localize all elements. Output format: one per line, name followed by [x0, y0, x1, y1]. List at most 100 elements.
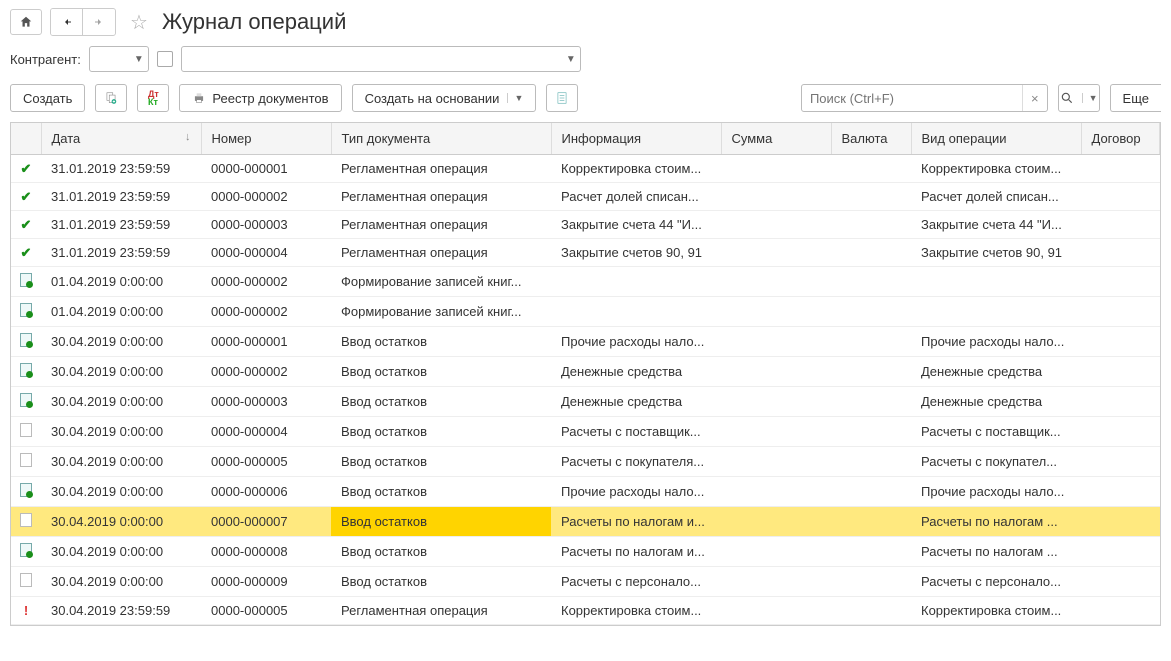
- cell-date: 31.01.2019 23:59:59: [41, 239, 201, 267]
- cell-number: 0000-000001: [201, 327, 331, 357]
- cell-info: Расчеты по налогам и...: [551, 507, 721, 537]
- cell-number: 0000-000001: [201, 155, 331, 183]
- favorite-star-icon[interactable]: ☆: [130, 10, 148, 35]
- cell-op-type: Денежные средства: [911, 387, 1081, 417]
- table-row[interactable]: 30.04.2019 0:00:000000-000009Ввод остатк…: [11, 567, 1160, 597]
- col-op-type[interactable]: Вид операции: [911, 123, 1081, 155]
- search-menu-button[interactable]: ▼: [1058, 84, 1100, 112]
- cell-number: 0000-000007: [201, 507, 331, 537]
- copy-button[interactable]: [95, 84, 127, 112]
- cell-info: Корректировка стоим...: [551, 155, 721, 183]
- document-posted-icon: [20, 543, 32, 557]
- table-row[interactable]: 01.04.2019 0:00:000000-000002Формировани…: [11, 267, 1160, 297]
- table-row[interactable]: 30.04.2019 0:00:000000-000007Ввод остатк…: [11, 507, 1160, 537]
- table-row[interactable]: 30.04.2019 0:00:000000-000008Ввод остатк…: [11, 537, 1160, 567]
- cell-info: Прочие расходы нало...: [551, 327, 721, 357]
- table-row[interactable]: ✔31.01.2019 23:59:590000-000001Регламент…: [11, 155, 1160, 183]
- back-button[interactable]: [51, 9, 83, 35]
- copy-doc-icon: [104, 91, 118, 105]
- cell-date: 31.01.2019 23:59:59: [41, 155, 201, 183]
- filter-contractor-select[interactable]: ▼: [89, 46, 149, 72]
- dtkt-button[interactable]: ДтКт: [137, 84, 169, 112]
- cell-sum: [721, 417, 831, 447]
- cell-date: 30.04.2019 0:00:00: [41, 537, 201, 567]
- filter-checkbox[interactable]: [157, 51, 173, 67]
- forward-button[interactable]: [83, 9, 115, 35]
- table-row[interactable]: 30.04.2019 0:00:000000-000005Ввод остатк…: [11, 447, 1160, 477]
- cell-doc-type: Ввод остатков: [331, 567, 551, 597]
- table-row[interactable]: 01.04.2019 0:00:000000-000002Формировани…: [11, 297, 1160, 327]
- create-button[interactable]: Создать: [10, 84, 85, 112]
- filter-contractor-label: Контрагент:: [10, 52, 81, 67]
- cell-contract: [1081, 327, 1160, 357]
- filter-value-select[interactable]: ▼: [181, 46, 581, 72]
- cell-contract: [1081, 567, 1160, 597]
- cell-number: 0000-000005: [201, 447, 331, 477]
- col-status[interactable]: [11, 123, 41, 155]
- cell-contract: [1081, 267, 1160, 297]
- cell-sum: [721, 183, 831, 211]
- cell-sum: [721, 297, 831, 327]
- table-row[interactable]: ✔31.01.2019 23:59:590000-000003Регламент…: [11, 211, 1160, 239]
- col-contract[interactable]: Договор: [1081, 123, 1160, 155]
- col-doc-type[interactable]: Тип документа: [331, 123, 551, 155]
- cell-op-type: [911, 267, 1081, 297]
- cell-number: 0000-000008: [201, 537, 331, 567]
- document-list-icon: [555, 91, 569, 105]
- col-info[interactable]: Информация: [551, 123, 721, 155]
- table-row[interactable]: ✔31.01.2019 23:59:590000-000004Регламент…: [11, 239, 1160, 267]
- cell-info: Прочие расходы нало...: [551, 477, 721, 507]
- check-icon: ✔: [19, 217, 33, 231]
- cell-contract: [1081, 297, 1160, 327]
- table-row[interactable]: 30.04.2019 0:00:000000-000006Ввод остатк…: [11, 477, 1160, 507]
- table-row[interactable]: 30.04.2019 0:00:000000-000003Ввод остатк…: [11, 387, 1160, 417]
- create-based-button[interactable]: Создать на основании ▼: [352, 84, 537, 112]
- cell-currency: [831, 567, 911, 597]
- printer-icon: [192, 91, 206, 105]
- table-row[interactable]: ✔31.01.2019 23:59:590000-000002Регламент…: [11, 183, 1160, 211]
- cell-currency: [831, 183, 911, 211]
- more-button[interactable]: Еще: [1110, 84, 1161, 112]
- cell-doc-type: Регламентная операция: [331, 597, 551, 625]
- registry-button[interactable]: Реестр документов: [179, 84, 341, 112]
- home-button[interactable]: [10, 9, 42, 35]
- table-row[interactable]: 30.04.2019 0:00:000000-000001Ввод остатк…: [11, 327, 1160, 357]
- report-button[interactable]: [546, 84, 578, 112]
- cell-info: Закрытие счетов 90, 91: [551, 239, 721, 267]
- arrow-right-icon: [92, 16, 106, 28]
- document-posted-icon: [20, 303, 32, 317]
- cell-status: [11, 567, 41, 597]
- table-row[interactable]: 30.04.2019 0:00:000000-000002Ввод остатк…: [11, 357, 1160, 387]
- cell-contract: [1081, 211, 1160, 239]
- table-row[interactable]: 30.04.2019 0:00:000000-000004Ввод остатк…: [11, 417, 1160, 447]
- cell-contract: [1081, 537, 1160, 567]
- document-posted-icon: [20, 363, 32, 377]
- table-row[interactable]: !30.04.2019 23:59:590000-000005Регламент…: [11, 597, 1160, 625]
- cell-date: 30.04.2019 0:00:00: [41, 357, 201, 387]
- col-currency[interactable]: Валюта: [831, 123, 911, 155]
- search-field[interactable]: ×: [801, 84, 1048, 112]
- document-icon: [20, 513, 32, 527]
- cell-op-type: Расчет долей списан...: [911, 183, 1081, 211]
- cell-info: Расчеты с покупателя...: [551, 447, 721, 477]
- cell-date: 30.04.2019 0:00:00: [41, 507, 201, 537]
- col-sum[interactable]: Сумма: [721, 123, 831, 155]
- cell-doc-type: Ввод остатков: [331, 357, 551, 387]
- col-number[interactable]: Номер: [201, 123, 331, 155]
- clear-search-button[interactable]: ×: [1022, 85, 1047, 111]
- cell-status: !: [11, 597, 41, 625]
- cell-sum: [721, 211, 831, 239]
- search-input[interactable]: [802, 91, 1022, 106]
- col-date[interactable]: Дата↓: [41, 123, 201, 155]
- cell-contract: [1081, 387, 1160, 417]
- cell-doc-type: Ввод остатков: [331, 537, 551, 567]
- cell-sum: [721, 387, 831, 417]
- cell-status: ✔: [11, 211, 41, 239]
- cell-status: [11, 387, 41, 417]
- arrow-left-icon: [60, 16, 74, 28]
- cell-currency: [831, 507, 911, 537]
- check-icon: ✔: [19, 161, 33, 175]
- cell-sum: [721, 239, 831, 267]
- cell-number: 0000-000002: [201, 357, 331, 387]
- cell-status: [11, 507, 41, 537]
